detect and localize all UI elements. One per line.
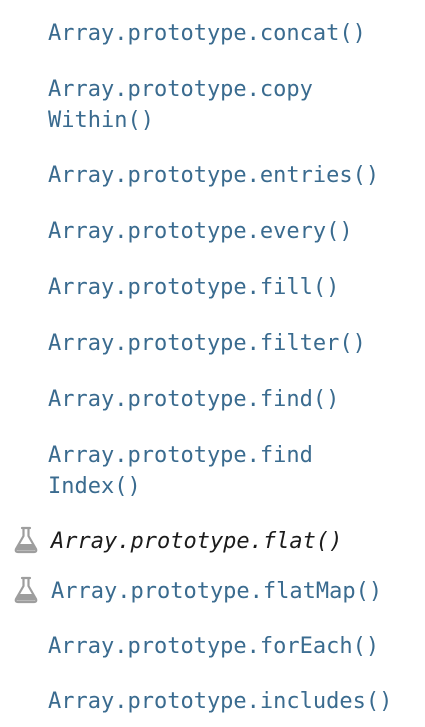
sidebar-item-fill[interactable]: Array.prototype.fill() — [48, 272, 418, 303]
flask-icon — [14, 526, 38, 554]
sidebar-item-flat[interactable]: Array.prototype.flat() — [51, 526, 421, 557]
sidebar-item-concat[interactable]: Array.prototype.concat() — [48, 18, 418, 49]
sidebar-item-filter[interactable]: Array.prototype.filter() — [48, 328, 418, 359]
sidebar-item-flatmap[interactable]: Array.prototype.flatMap() — [51, 576, 421, 607]
sidebar-item-findindex[interactable]: Array.prototype.find Index() — [48, 440, 418, 502]
sidebar-item-includes[interactable]: Array.prototype.includes() — [48, 686, 418, 717]
sidebar-item-copywithin[interactable]: Array.prototype.copy Within() — [48, 74, 418, 136]
sidebar-item-every[interactable]: Array.prototype.every() — [48, 216, 418, 247]
sidebar-item-foreach[interactable]: Array.prototype.forEach() — [48, 631, 418, 662]
sidebar-item-entries[interactable]: Array.prototype.entries() — [48, 160, 418, 191]
sidebar-item-find[interactable]: Array.prototype.find() — [48, 384, 418, 415]
flask-icon — [14, 576, 38, 604]
